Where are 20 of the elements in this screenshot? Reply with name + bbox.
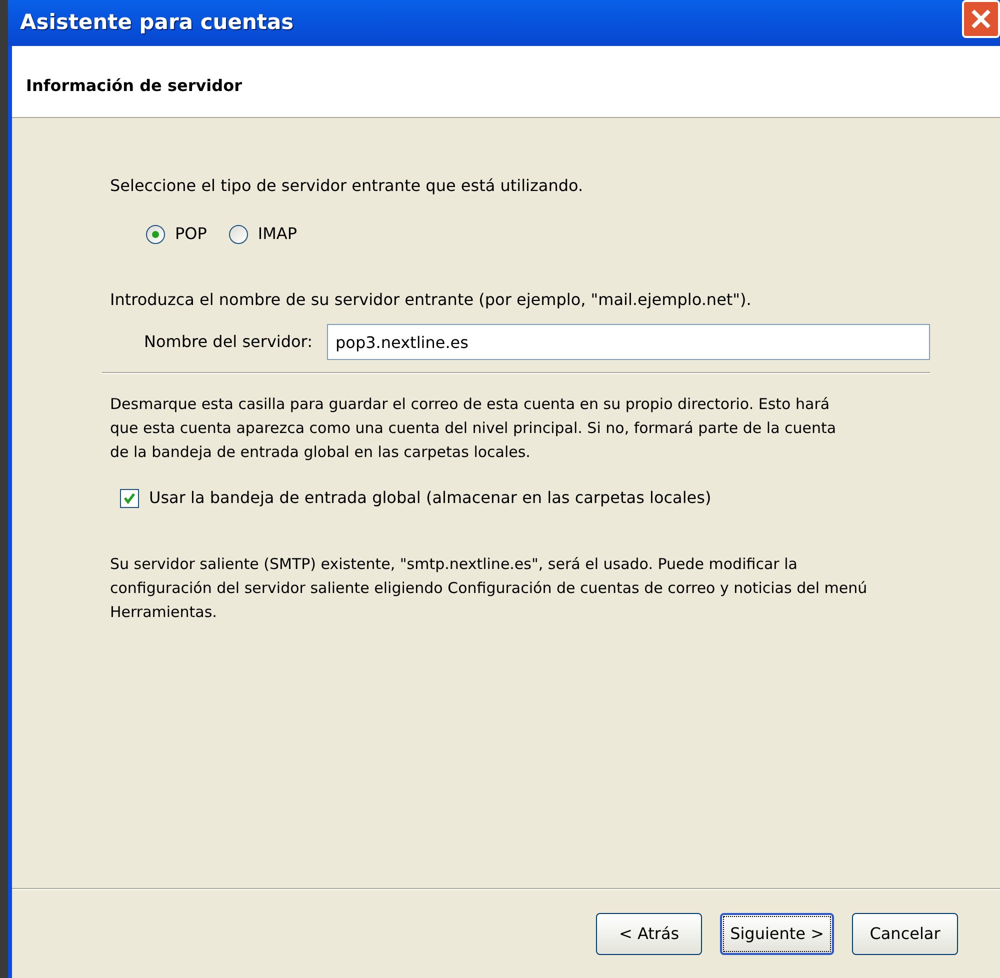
checkbox[interactable] [120, 488, 139, 508]
field-label: Nombre del servidor: [144, 331, 312, 353]
page-heading: Información de servidor [26, 76, 242, 95]
radio-option[interactable]: POP [146, 222, 207, 246]
instructions-text: Introduzca el nombre de su servidor entrante (por ejemplo, "mail.ejemplo.net"). [110, 289, 752, 311]
dialog-button[interactable]: Cancelar [852, 913, 958, 955]
prompt-text: Seleccione el tipo de servidor entrante que está utilizando. [110, 175, 584, 197]
checkbox-option[interactable]: Usar la bandeja de entrada global (almacenar en las carpetas locales) [120, 486, 930, 510]
check-icon [123, 492, 136, 504]
smtp-note: Su servidor saliente (SMTP) existente, "smtp.nextline.es", será el usado. Puede modificar la configuración del servidor saliente eligiendo Configuración de cuentas de correo y noticias del menú Herramientas. [110, 554, 868, 623]
radio-button[interactable] [228, 224, 248, 244]
close-icon [970, 8, 992, 30]
radio-button[interactable] [146, 224, 165, 244]
dialog-button[interactable]: < Atrás [596, 913, 702, 955]
server-name-field[interactable]: pop3.nextline.es [326, 324, 930, 360]
close-button[interactable] [962, 0, 1000, 38]
description-text: Desmarque esta casilla para guardar el correo de esta cuenta en su propio directorio. Esto hará que esta cuenta aparezca como una cuenta del nivel principal. Si no, formará parte de la cuenta de la bandeja de entrada global en las carpetas locales. [110, 394, 838, 463]
dialog-button[interactable]: Siguiente > [720, 913, 834, 955]
radio-option[interactable]: IMAP [228, 222, 298, 246]
window-title: Asistente para cuentas [20, 9, 294, 36]
